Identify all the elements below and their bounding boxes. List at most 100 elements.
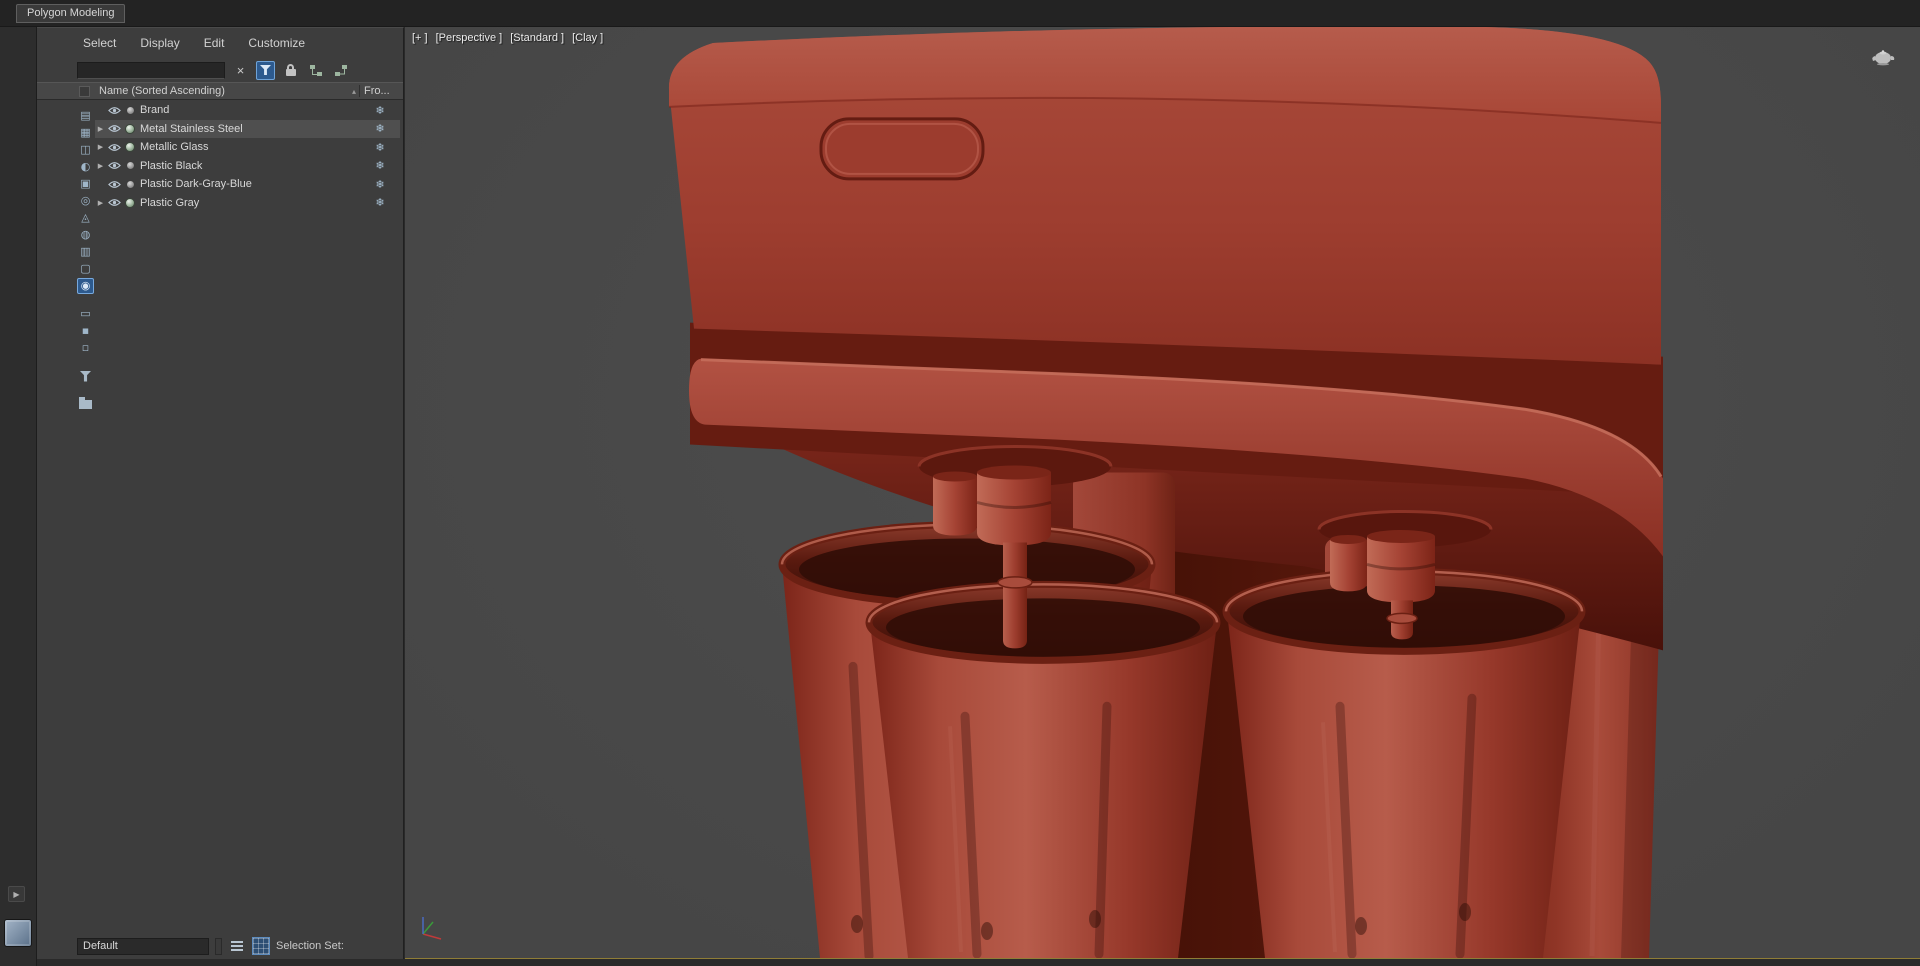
display-toggle-strip: ▤ ▦ ◫ ◐ ▣ ◎ ◬ ◍ ▥ ▢ ◉ ▭ ▪ ▫ [76,108,95,412]
node-type-icon [123,161,137,171]
row-label: Plastic Black [140,159,203,172]
distant-teapot-object[interactable] [1870,49,1896,66]
explorer-menubar: Select Display Edit Customize [37,28,403,58]
object-dot-icon [125,161,135,171]
explorer-row[interactable]: Brand ❄ [95,101,400,120]
viewport-general-menu[interactable]: [+ ] [412,32,428,44]
clay-render-milkshake-mixer[interactable] [405,27,1920,958]
3dsmax-window: Polygon Modeling ▶ Select Display Edit Cust… [0,0,1920,966]
lock-icon [285,64,296,76]
mixer-head [668,27,1662,365]
frozen-snowflake-icon[interactable]: ❄ [360,104,400,117]
lock-selection-button[interactable] [281,61,300,80]
expand-arrow[interactable]: ▶ [95,199,106,207]
frozen-snowflake-icon[interactable]: ❄ [360,141,400,154]
cup-left-front [865,580,1221,958]
material-sphere-icon [125,142,135,153]
name-column-header[interactable]: Name (Sorted Ascending) [99,85,352,97]
display-spacewarps-toggle[interactable]: ◬ [77,210,94,226]
explorer-row[interactable]: ▶ Plastic Gray ❄ [95,194,400,213]
frozen-snowflake-icon[interactable]: ❄ [360,159,400,172]
visibility-eye-icon[interactable] [106,180,123,189]
visibility-eye-icon[interactable] [106,198,123,207]
visibility-eye-icon[interactable] [106,143,123,152]
left-dock: ▶ [0,27,37,966]
filter-selection-button[interactable] [77,368,94,384]
expand-arrow[interactable]: ▶ [95,162,106,170]
explorer-row[interactable]: ▶ Plastic Black ❄ [95,157,400,176]
display-lights-toggle[interactable]: ◐ [77,159,94,175]
frozen-column-header[interactable]: Fro... [359,85,403,97]
display-shapes-toggle[interactable]: ◫ [77,142,94,158]
expand-panel-arrow-button[interactable]: ▶ [8,886,25,902]
preset-dropdown[interactable]: Default [77,937,209,955]
container-explorer-button[interactable] [77,396,94,412]
viewport-pov-menu[interactable]: [Perspective ] [436,32,503,44]
viewport-shading-menu[interactable]: [Clay ] [572,32,603,44]
select-none-button[interactable]: ▪ [77,323,94,339]
spindle-left [933,465,1052,546]
hierarchy-sync-icon [334,64,347,76]
hierarchy-icon [309,64,322,76]
scene-list: Brand ❄ ▶ Metal Stainless Steel ❄ ▶ Meta… [95,101,400,212]
explorer-row[interactable]: Plastic Dark-Gray-Blue ❄ [95,175,400,194]
edit-selection-sets-button[interactable] [252,937,270,955]
minimized-panel-thumbnail[interactable] [4,919,32,947]
viewport-label-bar: [+ ] [Perspective ] [Standard ] [Clay ] [412,32,603,44]
folder-icon [79,396,92,409]
visibility-eye-icon[interactable] [106,161,123,170]
world-axis-gizmo [422,917,442,940]
menu-select[interactable]: Select [83,36,116,50]
column-options-button[interactable] [79,86,90,97]
sort-ascending-icon: ▴ [351,86,356,96]
object-dot-icon [125,105,135,115]
row-label: Metal Stainless Steel [140,122,243,135]
search-input[interactable] [77,61,225,79]
funnel-icon [260,65,271,75]
filter-button[interactable] [256,60,275,80]
spindle-left-shaft [997,542,1033,649]
frozen-snowflake-icon[interactable]: ❄ [360,122,400,135]
display-particles-toggle[interactable]: ◍ [77,227,94,243]
display-cameras-toggle[interactable]: ▣ [77,176,94,192]
viewport-standard-menu[interactable]: [Standard ] [510,32,564,44]
node-type-icon [123,142,137,153]
expand-arrow[interactable]: ▶ [95,143,106,151]
display-helpers-toggle[interactable]: ◎ [77,193,94,209]
funnel-icon [79,370,92,382]
explorer-row[interactable]: ▶ Metal Stainless Steel ❄ [95,119,400,138]
material-sphere-icon [125,123,135,134]
menu-customize[interactable]: Customize [248,36,305,50]
row-label: Plastic Dark-Gray-Blue [140,178,252,191]
expand-arrow[interactable]: ▶ [95,125,106,133]
display-materials-toggle[interactable]: ◉ [77,278,94,294]
display-geometry-toggle[interactable]: ▦ [77,125,94,141]
display-influences-toggle[interactable]: ▤ [77,108,94,124]
display-bones-toggle[interactable]: ▥ [77,244,94,260]
visibility-eye-icon[interactable] [106,124,123,133]
row-label: Brand [140,104,170,117]
row-label: Plastic Gray [140,196,200,209]
sync-selection-button[interactable] [331,61,350,80]
polygon-modeling-tab[interactable]: Polygon Modeling [16,4,126,23]
select-children-button[interactable] [306,61,325,80]
node-type-icon [123,179,137,189]
scene-explorer-panel: Select Display Edit Customize × Name (Sorte… [37,27,404,959]
head-recessed-badge [819,117,985,181]
select-all-button[interactable]: ▭ [77,306,94,322]
splitter-grip[interactable] [215,937,222,955]
row-label: Metallic Glass [140,141,209,154]
menu-display[interactable]: Display [140,36,179,50]
material-sphere-icon [125,197,135,208]
node-type-icon [123,105,137,115]
frozen-snowflake-icon[interactable]: ❄ [360,196,400,209]
display-containers-toggle[interactable]: ▢ [77,261,94,277]
clear-search-button[interactable]: × [231,61,250,80]
visibility-eye-icon[interactable] [106,106,123,115]
menu-edit[interactable]: Edit [204,36,225,50]
select-invert-button[interactable]: ▫ [77,340,94,356]
viewport[interactable]: [+ ] [Perspective ] [Standard ] [Clay ] [405,27,1920,959]
frozen-snowflake-icon[interactable]: ❄ [360,178,400,191]
explorer-row[interactable]: ▶ Metallic Glass ❄ [95,138,400,157]
layers-button[interactable] [228,937,246,955]
